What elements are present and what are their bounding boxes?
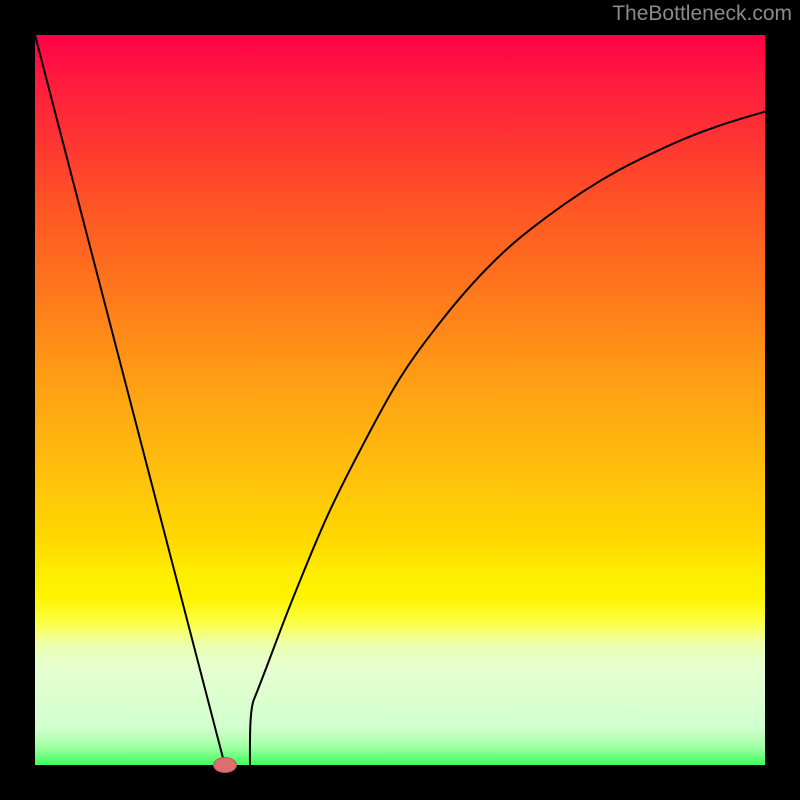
- chart-container: TheBottleneck.com: [0, 0, 800, 800]
- optimal-point-marker: [213, 757, 237, 773]
- plot-area: [35, 35, 765, 765]
- attribution-text: TheBottleneck.com: [612, 2, 792, 26]
- curve-layer: [35, 35, 765, 765]
- bottleneck-curve: [35, 35, 765, 765]
